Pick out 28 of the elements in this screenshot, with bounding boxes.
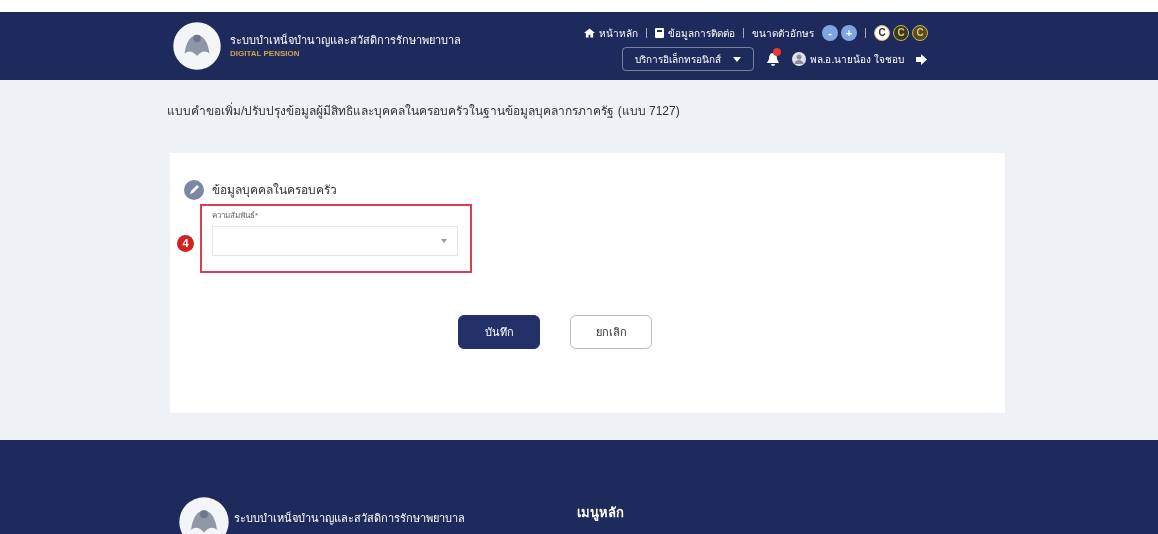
caret-icon: [441, 239, 447, 243]
step-marker: 4: [177, 235, 194, 252]
home-icon: [584, 28, 595, 38]
services-dropdown[interactable]: บริการอิเล็กทรอนิกส์: [621, 47, 754, 71]
user-name: พล.อ.นายน้อง ใจชอบ: [809, 52, 904, 67]
emblem-logo: [178, 496, 230, 534]
cancel-button[interactable]: ยกเลิก: [570, 315, 652, 349]
contrast-button[interactable]: C: [874, 25, 890, 41]
emblem-logo: [172, 21, 222, 71]
bell-icon[interactable]: [765, 51, 780, 67]
contrast-button[interactable]: C: [912, 25, 928, 41]
contrast-button[interactable]: C: [893, 25, 909, 41]
user-avatar-icon: [791, 52, 806, 66]
footer-menu-heading: เมนูหลัก: [577, 503, 624, 522]
pencil-icon: [184, 180, 204, 200]
top-link[interactable]: หน้าหลัก: [599, 25, 638, 41]
save-button[interactable]: บันทึก: [458, 315, 540, 349]
site-subtitle: DIGITAL PENSION: [230, 48, 301, 61]
top-link[interactable]: ข้อมูลการติดต่อ: [668, 25, 735, 41]
caret-icon: [732, 56, 741, 62]
section-title: ข้อมูลบุคคลในครอบครัว: [212, 182, 337, 199]
field-label: ความสัมพันธ์*: [212, 210, 260, 222]
logout-icon[interactable]: [916, 53, 928, 65]
top-link[interactable]: ขนาดตัวอักษร: [752, 25, 814, 41]
site-title: ระบบบำเหน็จบำนาญและสวัสดิการรักษาพยาบาล: [230, 32, 461, 49]
page-title: แบบคำขอเพิ่ม/ปรับปรุงข้อมูลผู้มีสิทธิและบุคคลในครอบครัวในฐานข้อมูลบุคลากรภาครัฐ (แบบ 7127): [167, 102, 681, 120]
footer-title: ระบบบำเหน็จบำนาญและสวัสดิการรักษาพยาบาล: [234, 510, 465, 527]
contact-card-icon: [655, 28, 664, 38]
